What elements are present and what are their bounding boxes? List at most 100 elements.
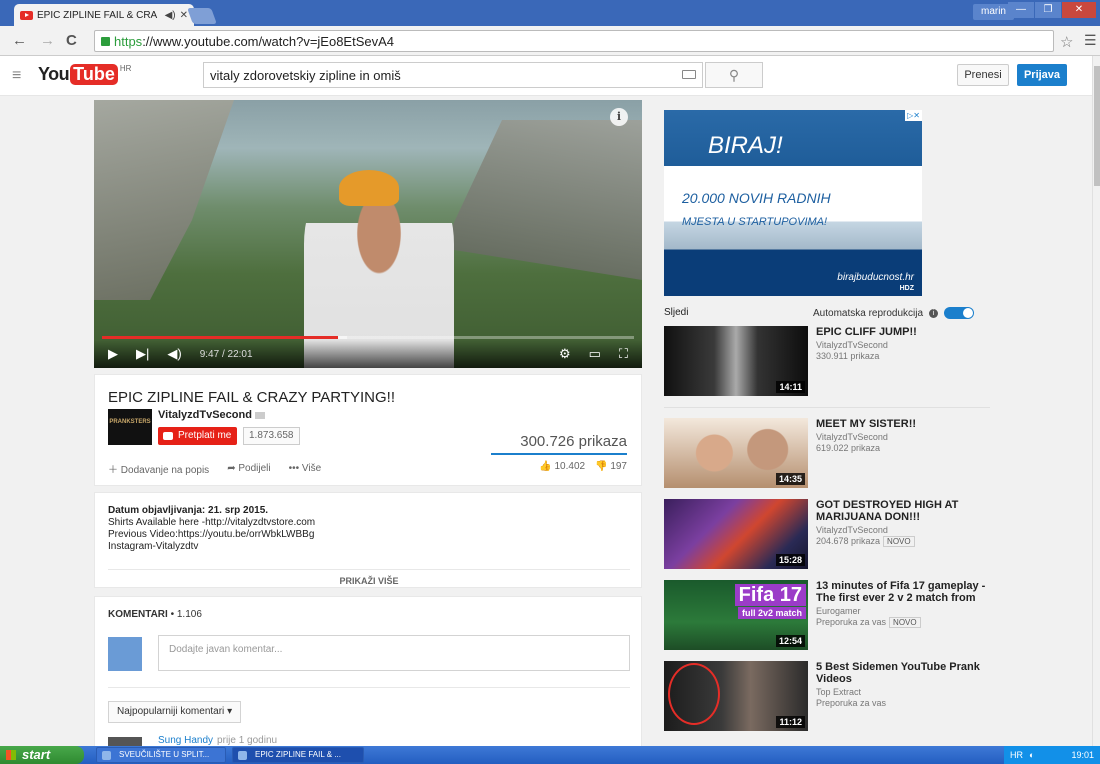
comment-author[interactable]: Sung Handy prije 1 godinu — [158, 735, 277, 746]
video-views: 619.022 prikaza — [816, 443, 881, 453]
audio-playing-icon[interactable]: ◀) — [165, 10, 176, 21]
comment-input[interactable]: Dodajte javan komentar... — [158, 635, 630, 671]
more-dots-icon: ••• — [288, 463, 300, 474]
video-title[interactable]: GOT DESTROYED HIGH AT MARIJUANA DON!!! — [816, 499, 994, 523]
video-thumbnail[interactable]: 15:28 — [664, 499, 808, 569]
video-info-card: EPIC ZIPLINE FAIL & CRAZY PARTYING!! PRA… — [94, 374, 642, 486]
video-thumbnail[interactable]: 14:35 — [664, 418, 808, 488]
guide-menu-icon[interactable]: ≡ — [12, 67, 21, 85]
recommended-video[interactable]: 14:35 MEET MY SISTER!! VitalyzdTvSecond … — [664, 418, 994, 490]
channel-name[interactable]: VitalyzdTvSecond — [158, 409, 265, 421]
thumbnail-circle — [668, 663, 720, 725]
youtube-header: ≡ You Tube HR vitaly zdorovetskiy ziplin… — [0, 56, 1092, 96]
video-channel: Top Extract — [816, 687, 862, 697]
lock-icon — [101, 36, 110, 46]
video-title[interactable]: MEET MY SISTER!! — [816, 418, 994, 430]
description-line: Previous Video:https://youtu.be/orrWbkLW… — [108, 529, 315, 540]
ad-line-2: MJESTA U STARTUPOVIMA! — [682, 216, 828, 228]
dislike-button[interactable]: 👎 197 — [595, 461, 627, 472]
language-indicator[interactable]: HR — [1010, 746, 1023, 764]
thumbnail-subtitle: full 2v2 match — [737, 607, 806, 619]
like-button[interactable]: 👍 10.402 — [539, 461, 585, 472]
comments-title: KOMENTARI — [108, 609, 168, 620]
minimize-button[interactable]: — — [1008, 2, 1034, 18]
sort-label: Najpopularniji komentari — [117, 706, 225, 717]
next-icon[interactable]: ▶| — [136, 346, 149, 362]
video-info-icon[interactable]: i — [610, 108, 628, 126]
taskbar-item[interactable]: SVEUČILIŠTE U SPLIT... — [96, 747, 226, 763]
reload-icon[interactable]: C — [66, 32, 77, 49]
like-count: 10.402 — [554, 461, 586, 472]
forward-arrow-icon[interactable]: → — [40, 32, 55, 49]
channel-avatar[interactable]: PRANKSTERS — [108, 409, 152, 445]
recommended-video[interactable]: 14:11 EPIC CLIFF JUMP!! VitalyzdTvSecond… — [664, 326, 994, 398]
bookmark-star-icon[interactable]: ☆ — [1060, 33, 1073, 51]
like-ratio-bar — [491, 453, 627, 455]
video-frame — [94, 100, 642, 368]
share-button[interactable]: ➦ Podijeli — [227, 463, 270, 474]
channel-name-text[interactable]: VitalyzdTvSecond — [158, 409, 252, 421]
keyboard-icon[interactable] — [682, 70, 696, 79]
video-player[interactable]: i ▶ ▶| ◀) 9:47 / 22:01 ⚙ ▭ ⛶ — [94, 100, 642, 368]
more-button[interactable]: ••• Više — [289, 463, 322, 474]
settings-gear-icon[interactable]: ⚙ — [559, 346, 571, 362]
autoplay-toggle[interactable] — [944, 307, 975, 319]
progress-bar[interactable] — [102, 336, 634, 339]
video-thumbnail[interactable]: 14:11 — [664, 326, 808, 396]
upload-button[interactable]: Prenesi — [957, 64, 1009, 86]
start-button[interactable]: start — [0, 746, 84, 764]
add-to-button[interactable]: ＋ Dodavanje na popis — [108, 461, 209, 476]
video-thumbnail[interactable]: Fifa 17 full 2v2 match 12:54 — [664, 580, 808, 650]
fullscreen-icon[interactable]: ⛶ — [619, 346, 628, 362]
system-tray: HR ◐ 19:01 — [1004, 746, 1100, 764]
clock: 19:01 — [1071, 750, 1094, 760]
page-scrollbar[interactable] — [1092, 56, 1100, 746]
recommended-video[interactable]: 15:28 GOT DESTROYED HIGH AT MARIJUANA DO… — [664, 499, 994, 571]
search-input[interactable]: vitaly zdorovetskiy zipline in omiš — [203, 62, 703, 88]
window-controls: — ❐ ✕ — [1008, 2, 1096, 18]
autoplay-label: Automatska reprodukcija — [813, 307, 924, 319]
sort-comments-dropdown[interactable]: Najpopularniji komentari ▾ — [108, 701, 242, 723]
video-views-text: Preporuka za vas — [816, 617, 887, 627]
volume-icon[interactable]: ◀) — [167, 346, 181, 362]
scrollbar-thumb[interactable] — [1094, 66, 1100, 186]
recommended-video[interactable]: Fifa 17 full 2v2 match 12:54 13 minutes … — [664, 580, 994, 652]
thumbnail-title: Fifa 17 — [734, 584, 806, 606]
share-label: Podijeli — [238, 463, 271, 474]
ad-choices-icon[interactable]: ▷✕ — [905, 110, 922, 121]
sidebar-ad[interactable]: BIRAJ! 20.000 NOVIH RADNIH MJESTA U STAR… — [664, 110, 922, 296]
autoplay-info-icon[interactable]: i — [929, 308, 939, 318]
search-button[interactable]: ⚲ — [705, 62, 763, 88]
logo-you: You — [38, 64, 70, 84]
restore-button[interactable]: ❐ — [1035, 2, 1061, 18]
signin-button[interactable]: Prijava — [1017, 64, 1067, 86]
video-thumbnail[interactable]: 11:12 — [664, 661, 808, 731]
new-tab-button[interactable] — [187, 8, 217, 24]
recommended-video[interactable]: 11:12 5 Best Sidemen YouTube Prank Video… — [664, 661, 994, 733]
video-title[interactable]: EPIC CLIFF JUMP!! — [816, 326, 994, 338]
comments-count: 1.106 — [176, 609, 202, 620]
video-title[interactable]: 5 Best Sidemen YouTube Prank Videos — [816, 661, 994, 685]
video-title[interactable]: 13 minutes of Fifa 17 gameplay - The fir… — [816, 580, 994, 604]
video-channel: Eurogamer — [816, 606, 861, 616]
chrome-menu-icon[interactable]: ☰ — [1084, 32, 1097, 49]
network-icon[interactable]: ◐ — [1029, 746, 1034, 764]
theater-mode-icon[interactable]: ▭ — [589, 346, 601, 362]
duration-badge: 14:11 — [776, 381, 805, 393]
address-bar[interactable]: https://www.youtube.com/watch?v=jEo8EtSe… — [94, 30, 1054, 52]
close-window-button[interactable]: ✕ — [1062, 2, 1096, 18]
comment-author-name[interactable]: Sung Handy — [158, 735, 213, 746]
browser-tab[interactable]: EPIC ZIPLINE FAIL & CRA ◀) ✕ — [14, 4, 194, 26]
play-icon[interactable]: ▶ — [108, 346, 118, 362]
logo-country: HR — [119, 64, 132, 73]
thumbs-up-icon: 👍 — [539, 461, 552, 472]
youtube-logo[interactable]: You Tube HR — [38, 64, 131, 85]
duration-badge: 12:54 — [775, 635, 805, 647]
description-text: Datum objavljivanja: 21. srp 2015. Shirt… — [108, 505, 315, 553]
subscribe-button[interactable]: Pretplati me — [158, 427, 238, 445]
tab-close-icon[interactable]: ✕ — [180, 10, 188, 21]
back-arrow-icon[interactable]: ← — [12, 32, 27, 49]
taskbar-item-active[interactable]: EPIC ZIPLINE FAIL & ... — [232, 747, 364, 763]
video-rock-right — [442, 120, 642, 280]
show-more-button[interactable]: PRIKAŽI VIŠE — [108, 569, 630, 586]
